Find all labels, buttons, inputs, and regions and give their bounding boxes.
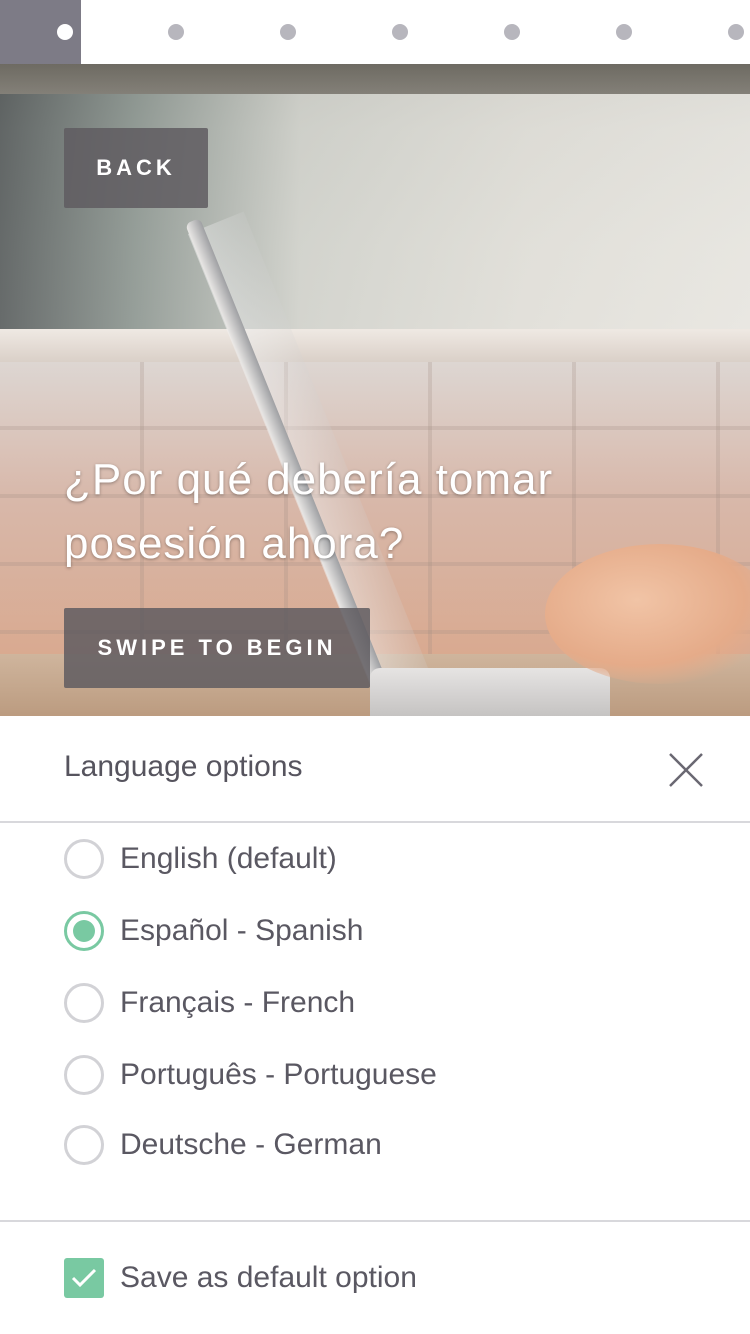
dot-icon: [728, 24, 744, 40]
swipe-to-begin-button[interactable]: SWIPE TO BEGIN: [64, 608, 370, 688]
keyboard-image: [370, 668, 610, 716]
close-button[interactable]: [662, 746, 710, 794]
hero-background-sill: [0, 329, 750, 363]
option-label: Français - French: [120, 986, 356, 1019]
radio-button[interactable]: [64, 1055, 104, 1095]
radio-button[interactable]: [64, 911, 104, 951]
close-icon: [669, 753, 703, 787]
checkmark-icon: [71, 1268, 97, 1288]
hero-section: BACK ¿Por qué debería tomar posesión aho…: [0, 64, 750, 716]
hero-title: ¿Por qué debería tomar posesión ahora?: [64, 455, 554, 568]
option-label: Deutsche - German: [120, 1128, 382, 1161]
divider: [0, 1220, 750, 1222]
radio-button[interactable]: [64, 1125, 104, 1165]
save-default-checkbox[interactable]: [64, 1258, 104, 1298]
dot-icon: [504, 24, 520, 40]
page-dot-3[interactable]: [193, 0, 305, 64]
page-dot-1[interactable]: [0, 0, 81, 64]
page-dot-5[interactable]: [417, 0, 529, 64]
back-button[interactable]: BACK: [64, 128, 208, 208]
save-default-option[interactable]: Save as default option: [64, 1258, 417, 1298]
option-label: English (default): [120, 842, 337, 875]
language-options-panel: Language options English (default) Españ…: [0, 716, 750, 1334]
language-option-german[interactable]: Deutsche - German: [64, 1120, 382, 1170]
dot-icon: [168, 24, 184, 40]
option-label: Português - Portuguese: [120, 1058, 437, 1091]
language-option-english[interactable]: English (default): [64, 834, 337, 884]
page-dot-4[interactable]: [305, 0, 417, 64]
language-option-list: English (default) Español - Spanish Fran…: [0, 824, 750, 1220]
option-label: Español - Spanish: [120, 914, 364, 947]
language-option-french[interactable]: Français - French: [64, 978, 355, 1028]
dot-icon: [616, 24, 632, 40]
panel-title: Language options: [64, 750, 303, 783]
language-option-spanish[interactable]: Español - Spanish: [64, 906, 364, 956]
page-dot-7[interactable]: [641, 0, 750, 64]
page-indicator: [0, 0, 750, 64]
page-dot-6[interactable]: [529, 0, 641, 64]
radio-button[interactable]: [64, 983, 104, 1023]
dot-icon: [57, 24, 73, 40]
save-default-label: Save as default option: [120, 1261, 417, 1294]
page-dot-2[interactable]: [81, 0, 193, 64]
dot-icon: [280, 24, 296, 40]
language-option-portuguese[interactable]: Português - Portuguese: [64, 1050, 437, 1100]
dot-icon: [392, 24, 408, 40]
panel-header: Language options: [0, 716, 750, 823]
radio-button[interactable]: [64, 839, 104, 879]
